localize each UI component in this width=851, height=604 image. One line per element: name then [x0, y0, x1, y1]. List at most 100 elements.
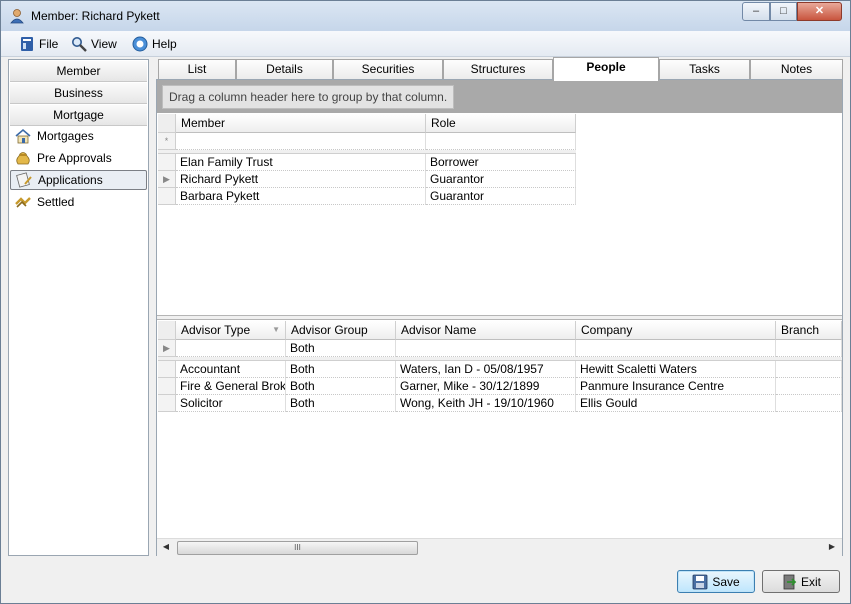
- exit-button[interactable]: Exit: [762, 570, 840, 593]
- advisor-type-cell[interactable]: Fire & General Broker: [176, 378, 286, 395]
- filter-row-marker: ▶: [158, 340, 176, 357]
- sort-descending-icon: ▼: [272, 325, 280, 334]
- advisor-name-cell[interactable]: Garner, Mike - 30/12/1899: [396, 378, 576, 395]
- role-cell[interactable]: Borrower: [426, 154, 576, 171]
- maximize-button[interactable]: □: [770, 2, 797, 21]
- house-icon: [15, 128, 31, 144]
- nav-item-settled[interactable]: Settled: [10, 192, 147, 212]
- save-button-label: Save: [712, 574, 740, 589]
- tab-tasks[interactable]: Tasks: [659, 59, 750, 79]
- tab-notes[interactable]: Notes: [750, 59, 843, 79]
- scroll-left-icon[interactable]: ◀: [159, 540, 173, 554]
- menu-bar: File View Help: [1, 31, 850, 57]
- nav-item-mortgages[interactable]: Mortgages: [10, 126, 147, 146]
- grid-splitter[interactable]: [157, 315, 842, 320]
- column-header-label: Advisor Type: [181, 323, 251, 337]
- company-cell[interactable]: Panmure Insurance Centre: [576, 378, 776, 395]
- nav-item-label: Settled: [37, 195, 75, 209]
- application-icon: [16, 172, 32, 188]
- filter-advisor-name-cell[interactable]: [396, 340, 576, 357]
- nav-item-applications[interactable]: Applications: [10, 170, 147, 190]
- settled-icon: [15, 197, 31, 208]
- nav-item-label: Pre Approvals: [37, 151, 112, 165]
- member-cell[interactable]: Elan Family Trust: [176, 154, 426, 171]
- minimize-button[interactable]: –: [742, 2, 770, 21]
- menu-file-label: File: [39, 37, 59, 51]
- member-person-icon: [10, 9, 24, 24]
- column-header-member[interactable]: Member: [176, 114, 426, 133]
- people-tab-content: Drag a column header here to group by th…: [156, 79, 843, 556]
- tab-structures[interactable]: Structures: [443, 59, 553, 79]
- nav-item-label: Mortgages: [37, 129, 94, 143]
- exit-door-icon: [783, 574, 797, 589]
- menu-view-label: View: [91, 37, 117, 51]
- category-business-button[interactable]: Business: [10, 83, 147, 104]
- member-cell[interactable]: Barbara Pykett: [176, 188, 426, 205]
- filter-branch-cell[interactable]: [776, 340, 842, 357]
- advisor-type-cell[interactable]: Accountant: [176, 361, 286, 378]
- role-cell[interactable]: Guarantor: [426, 171, 576, 188]
- filter-advisor-type-cell[interactable]: [176, 340, 286, 357]
- filter-company-cell[interactable]: [576, 340, 776, 357]
- category-mortgage-button[interactable]: Mortgage: [10, 105, 147, 126]
- title-bar: Member: Richard Pykett – □ ✕: [1, 1, 850, 31]
- advisor-group-cell[interactable]: Both: [286, 395, 396, 412]
- column-header-advisor-name[interactable]: Advisor Name: [396, 321, 576, 340]
- help-icon: [132, 36, 148, 52]
- company-cell[interactable]: Hewitt Scaletti Waters: [576, 361, 776, 378]
- nav-item-pre-approvals[interactable]: Pre Approvals: [10, 148, 147, 168]
- branch-cell[interactable]: [776, 378, 842, 395]
- member-cell[interactable]: Richard Pykett: [176, 171, 426, 188]
- member-window: Member: Richard Pykett – □ ✕ File View H…: [0, 0, 851, 604]
- advisor-group-cell[interactable]: Both: [286, 361, 396, 378]
- save-disk-icon: [692, 574, 708, 589]
- column-header-role[interactable]: Role: [426, 114, 576, 133]
- category-member-button[interactable]: Member: [10, 61, 147, 82]
- role-cell[interactable]: Guarantor: [426, 188, 576, 205]
- new-row-member-cell[interactable]: [176, 133, 426, 150]
- row-selector[interactable]: [158, 188, 176, 205]
- advisor-name-cell[interactable]: Waters, Ian D - 05/08/1957: [396, 361, 576, 378]
- file-icon: [21, 37, 33, 51]
- company-cell[interactable]: Ellis Gould: [576, 395, 776, 412]
- nav-item-label: Applications: [38, 173, 103, 187]
- money-bag-icon: [16, 152, 30, 165]
- advisor-type-cell[interactable]: Solicitor: [176, 395, 286, 412]
- row-selector[interactable]: [158, 361, 176, 378]
- scroll-right-icon[interactable]: ▶: [825, 540, 839, 554]
- menu-help-label: Help: [152, 37, 177, 51]
- tab-securities[interactable]: Securities: [333, 59, 443, 79]
- column-header-company[interactable]: Company: [576, 321, 776, 340]
- save-button[interactable]: Save: [677, 570, 755, 593]
- row-selector-header: [158, 321, 176, 340]
- tab-details[interactable]: Details: [236, 59, 333, 79]
- new-row-role-cell[interactable]: [426, 133, 576, 150]
- menu-view[interactable]: View: [71, 35, 117, 53]
- advisor-name-cell[interactable]: Wong, Keith JH - 19/10/1960: [396, 395, 576, 412]
- branch-cell[interactable]: [776, 361, 842, 378]
- window-title: Member: Richard Pykett: [31, 9, 160, 23]
- advisor-group-cell[interactable]: Both: [286, 378, 396, 395]
- column-header-branch[interactable]: Branch: [776, 321, 842, 340]
- close-button[interactable]: ✕: [797, 2, 842, 21]
- branch-cell[interactable]: [776, 395, 842, 412]
- group-by-panel[interactable]: Drag a column header here to group by th…: [157, 80, 842, 113]
- group-by-hint: Drag a column header here to group by th…: [162, 85, 455, 109]
- tab-list[interactable]: List: [158, 59, 236, 79]
- row-selector[interactable]: [158, 154, 176, 171]
- menu-file[interactable]: File: [19, 35, 58, 53]
- exit-button-label: Exit: [800, 574, 821, 589]
- filter-advisor-group-cell[interactable]: Both: [286, 340, 396, 357]
- new-row-marker: *: [158, 133, 176, 150]
- row-selector-header: [158, 114, 176, 133]
- row-selector[interactable]: [158, 395, 176, 412]
- tab-people[interactable]: People: [553, 57, 659, 81]
- row-selector[interactable]: [158, 378, 176, 395]
- column-header-advisor-type[interactable]: Advisor Type ▼: [176, 321, 286, 340]
- menu-help[interactable]: Help: [132, 35, 177, 53]
- current-row-marker[interactable]: ▶: [158, 171, 176, 188]
- scroll-thumb[interactable]: III: [177, 541, 418, 555]
- column-header-advisor-group[interactable]: Advisor Group: [286, 321, 396, 340]
- horizontal-scrollbar[interactable]: ◀ III ▶: [157, 538, 842, 556]
- button-bar: Save Exit: [1, 557, 850, 603]
